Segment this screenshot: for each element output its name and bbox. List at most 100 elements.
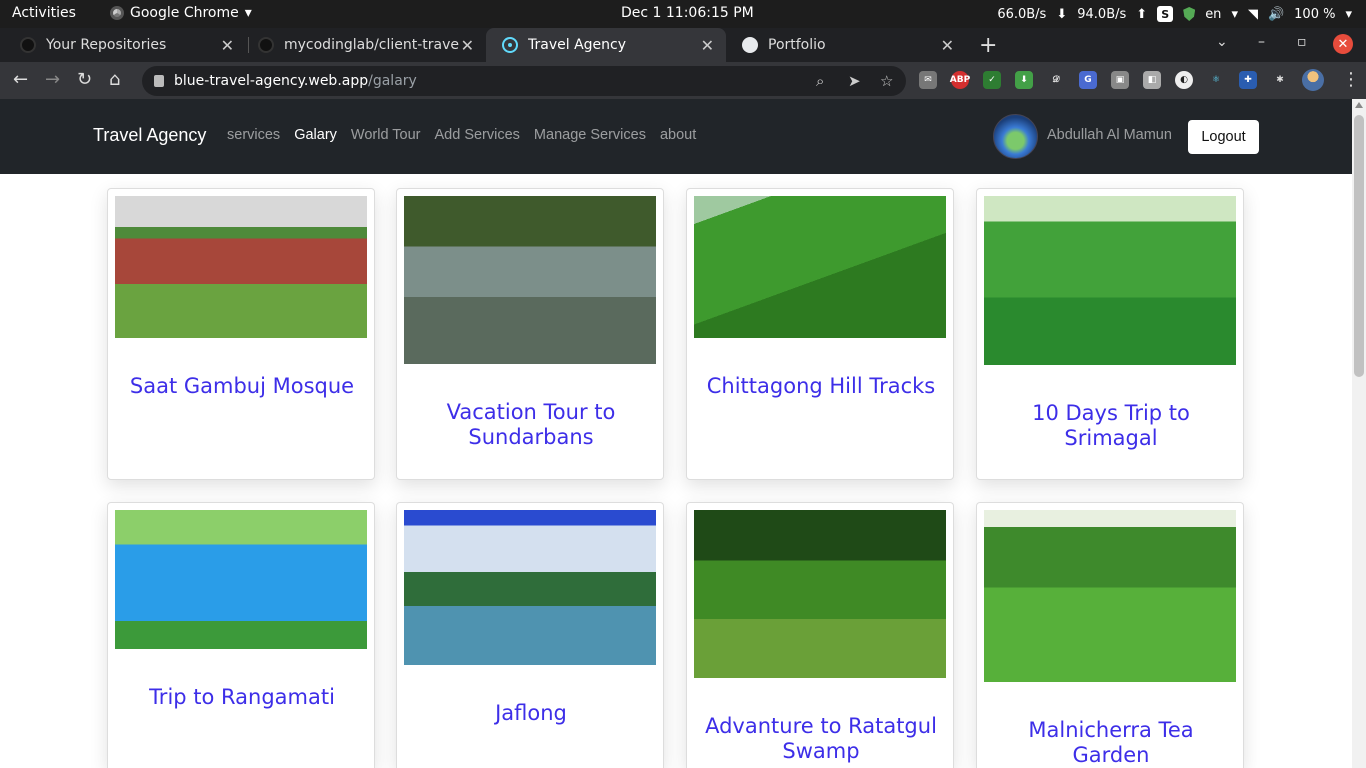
screenshot-extension-icon[interactable]: ▣ — [1111, 71, 1129, 89]
lock-icon[interactable] — [154, 75, 164, 87]
react-devtools-icon[interactable]: ⚛ — [1207, 71, 1225, 89]
script-extension-icon[interactable]: 𝒟 — [1047, 71, 1065, 89]
scroll-up-icon[interactable] — [1355, 102, 1363, 108]
maximize-icon[interactable]: ▫ — [1297, 34, 1307, 50]
gallery-card[interactable]: Trip to Rangamati — [107, 502, 375, 768]
gallery-photo — [694, 510, 946, 678]
site-navbar: Travel Agency services Galary World Tour… — [0, 99, 1352, 174]
close-icon[interactable]: ✕ — [221, 36, 234, 55]
logout-button[interactable]: Logout — [1188, 120, 1259, 154]
gallery-photo — [115, 510, 367, 649]
nav-links: services Galary World Tour Add Services … — [227, 127, 696, 143]
gallery-photo — [115, 196, 367, 338]
nav-add-services[interactable]: Add Services — [434, 127, 519, 143]
card-title: Advanture to Ratatgul Swamp — [705, 714, 937, 763]
mail-extension-icon[interactable]: ✉ — [919, 71, 937, 89]
card-title: 10 Days Trip to Srimagal — [1032, 401, 1190, 450]
activities-button[interactable]: Activities — [12, 5, 76, 21]
app-menu[interactable]: Google Chrome ▾ — [110, 5, 252, 21]
scrollbar-thumb[interactable] — [1354, 115, 1364, 377]
profile-avatar[interactable] — [1302, 69, 1324, 91]
battery-level[interactable]: 100 % — [1294, 7, 1335, 22]
tab-label: Your Repositories — [46, 37, 167, 53]
tab-strip: Your Repositories ✕ mycodinglab/client-t… — [0, 28, 1366, 62]
menu-dots-icon[interactable]: ⋮ — [1342, 69, 1360, 90]
tab-travel-agency[interactable]: Travel Agency ✕ — [486, 28, 726, 62]
skype-icon[interactable]: S — [1157, 6, 1174, 22]
new-tab-icon[interactable]: + — [979, 33, 997, 58]
close-icon[interactable]: ✕ — [941, 36, 954, 55]
gallery-photo — [984, 510, 1236, 682]
arrow-down-icon: ⬇ — [1056, 6, 1068, 22]
send-icon[interactable]: ➤ — [848, 72, 861, 90]
browser-toolbar: ← → ↻ ⌂ blue-travel-agency.web.app/galar… — [0, 62, 1366, 99]
gallery-card[interactable]: Chittagong Hill Tracks — [686, 188, 954, 480]
back-icon[interactable]: ← — [13, 69, 28, 90]
gallery-photo — [404, 196, 656, 364]
system-tray: 66.0B/s ⬇ 94.0B/s ⬆ S en ▾ ◥ 🔊 100 % ▾ — [997, 0, 1366, 28]
gallery-card[interactable]: Jaflong — [396, 502, 664, 768]
tab-label: Travel Agency — [528, 37, 626, 53]
zoom-icon[interactable]: ⌕ — [816, 72, 824, 90]
gallery-photo — [984, 196, 1236, 365]
chevron-down-icon: ▾ — [244, 5, 252, 21]
flag-extension-icon[interactable]: ✚ — [1239, 71, 1257, 89]
card-title: Jaflong — [495, 701, 567, 725]
forward-icon[interactable]: → — [45, 69, 60, 90]
volume-icon[interactable]: 🔊 — [1268, 7, 1284, 22]
tab-label: Portfolio — [768, 37, 826, 53]
tab-label: mycodinglab/client-travel — [284, 37, 459, 53]
net-down-speed: 66.0B/s — [997, 6, 1047, 22]
react-icon — [502, 37, 518, 53]
gallery-card[interactable]: 10 Days Trip to Srimagal — [976, 188, 1244, 480]
tab-search-icon[interactable]: ⌄ — [1216, 34, 1228, 50]
tab-your-repositories[interactable]: Your Repositories ✕ — [4, 28, 246, 62]
download-extension-icon[interactable]: ⬇ — [1015, 71, 1033, 89]
chrome-icon — [110, 6, 124, 20]
adblock-icon[interactable]: ABP — [950, 71, 970, 89]
nav-world-tour[interactable]: World Tour — [351, 127, 421, 143]
close-icon[interactable]: ✕ — [461, 36, 474, 55]
tab-client-travel[interactable]: mycodinglab/client-travel ✕ — [242, 28, 486, 62]
chevron-down-icon: ▾ — [1345, 6, 1352, 22]
globe-icon — [742, 37, 758, 53]
url-path: /galary — [368, 73, 417, 89]
tab-portfolio[interactable]: Portfolio ✕ — [726, 28, 966, 62]
puzzle-icon[interactable]: ✱ — [1271, 71, 1289, 89]
translate-icon[interactable]: G — [1079, 71, 1097, 89]
circle-extension-icon[interactable]: ◐ — [1175, 71, 1193, 89]
card-title: Chittagong Hill Tracks — [706, 374, 936, 398]
net-up-speed: 94.0B/s — [1077, 6, 1127, 22]
clock[interactable]: Dec 1 11:06:15 PM — [621, 5, 754, 21]
wifi-icon[interactable]: ◥ — [1248, 7, 1258, 22]
language-indicator[interactable]: en — [1205, 7, 1221, 22]
gallery-card[interactable]: Vacation Tour to Sundarbans — [396, 188, 664, 480]
close-icon[interactable]: ✕ — [701, 36, 714, 55]
home-icon[interactable]: ⌂ — [109, 69, 120, 90]
arrow-up-icon: ⬆ — [1136, 6, 1148, 22]
nav-galary[interactable]: Galary — [294, 127, 337, 143]
minimize-icon[interactable]: – — [1258, 34, 1265, 50]
address-bar[interactable]: blue-travel-agency.web.app/galary ⌕ ➤ ☆ — [142, 66, 906, 96]
chevron-down-icon: ▾ — [1231, 6, 1238, 22]
nav-manage-services[interactable]: Manage Services — [534, 127, 646, 143]
extension-icon[interactable]: ◧ — [1143, 71, 1161, 89]
shield-extension-icon[interactable]: ✓ — [983, 71, 1001, 89]
nav-services[interactable]: services — [227, 127, 280, 143]
window-close-icon[interactable]: ✕ — [1333, 34, 1353, 54]
gallery-card[interactable]: Saat Gambuj Mosque — [107, 188, 375, 480]
card-title: Malnicherra Tea Garden — [1028, 718, 1194, 767]
page-scrollbar[interactable] — [1352, 99, 1366, 768]
gallery-card[interactable]: Malnicherra Tea Garden — [976, 502, 1244, 768]
star-icon[interactable]: ☆ — [880, 72, 893, 90]
nav-about[interactable]: about — [660, 127, 696, 143]
brand-link[interactable]: Travel Agency — [93, 125, 206, 146]
gallery-photo — [694, 196, 946, 338]
reload-icon[interactable]: ↻ — [77, 69, 92, 90]
system-top-bar: Activities Google Chrome ▾ Dec 1 11:06:1… — [0, 0, 1366, 28]
shield-icon[interactable] — [1183, 7, 1196, 21]
card-title: Trip to Rangamati — [149, 685, 335, 709]
url-domain: blue-travel-agency.web.app — [174, 73, 369, 89]
github-icon — [258, 37, 274, 53]
gallery-card[interactable]: Advanture to Ratatgul Swamp — [686, 502, 954, 768]
